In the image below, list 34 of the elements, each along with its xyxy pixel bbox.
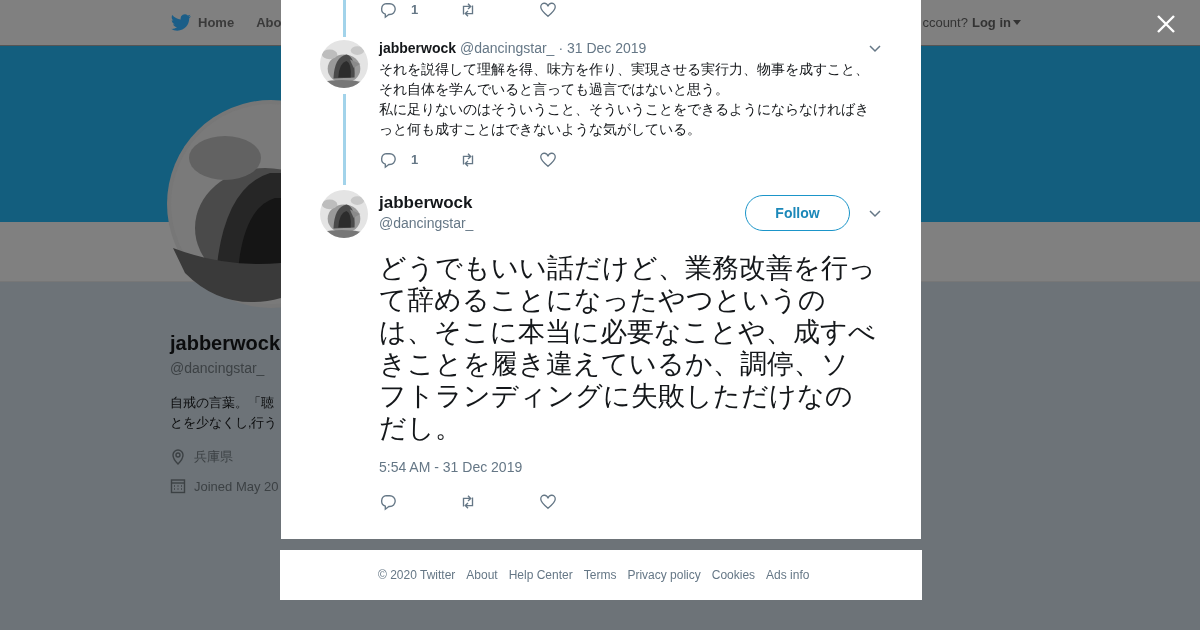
account-prompt: ccount? — [922, 13, 968, 32]
copyright-text: © 2020 Twitter — [378, 567, 456, 584]
location-pin-icon — [170, 448, 186, 465]
nav-link[interactable]: Home — [198, 12, 235, 33]
reply-count: 1 — [411, 1, 419, 20]
tweet-timestamp: 5:54 AM - 31 Dec 2019 — [379, 458, 524, 477]
tweet-text: どうでもいい話だけど、業務改善を行っ て辞めることになったやつというの は、そこに本当に必要なことや、成すべ きことを履き違えているか、調停、ソ フトランディングに失敗しただけなの だし。 — [379, 252, 877, 444]
footer-link[interactable]: Privacy policy — [627, 566, 701, 584]
reply-icon[interactable] — [379, 493, 397, 511]
login-link[interactable]: Log in — [971, 12, 1011, 33]
footer-link[interactable]: Terms — [583, 566, 617, 584]
tweet-date[interactable]: · 31 Dec 2019 — [558, 37, 647, 59]
user-name[interactable]: jabberwock — [379, 192, 474, 214]
footer-link[interactable]: Help Center — [508, 566, 573, 584]
caret-icon — [1012, 20, 1021, 25]
profile-bio: 自戒の言葉。「聴 とを少なくし,行う — [170, 395, 279, 432]
like-icon[interactable] — [539, 493, 557, 511]
user-handle: @dancingstar_ — [379, 214, 474, 232]
reply-icon[interactable] — [379, 1, 397, 19]
user-handle: @dancingstar_ — [460, 38, 555, 58]
footer-link[interactable]: About — [466, 566, 498, 584]
calendar-icon — [170, 478, 186, 495]
follow-button[interactable]: Follow — [745, 195, 850, 231]
like-icon[interactable] — [539, 151, 557, 169]
profile-name: jabberwock — [170, 331, 281, 356]
reply-icon[interactable] — [379, 151, 397, 169]
footer-link[interactable]: Cookies — [711, 566, 756, 584]
reply-count: 1 — [411, 151, 419, 170]
tweet-text: それを説得して理解を得、味方を作り、実現させる実行力、物事を成すこと、 それ自体を学んでいると言っても過言ではないと思う。 私に足りないのはそういうこと、そういうことをできるようにならなければき っと何も成すことはできないような気がしている。 — [379, 60, 870, 139]
nav-link[interactable]: Abo — [256, 12, 282, 33]
footer-link[interactable]: Ads info — [766, 566, 810, 584]
close-icon[interactable] — [1156, 14, 1176, 34]
user-name[interactable]: jabberwock — [379, 37, 457, 59]
like-icon[interactable] — [539, 1, 557, 19]
